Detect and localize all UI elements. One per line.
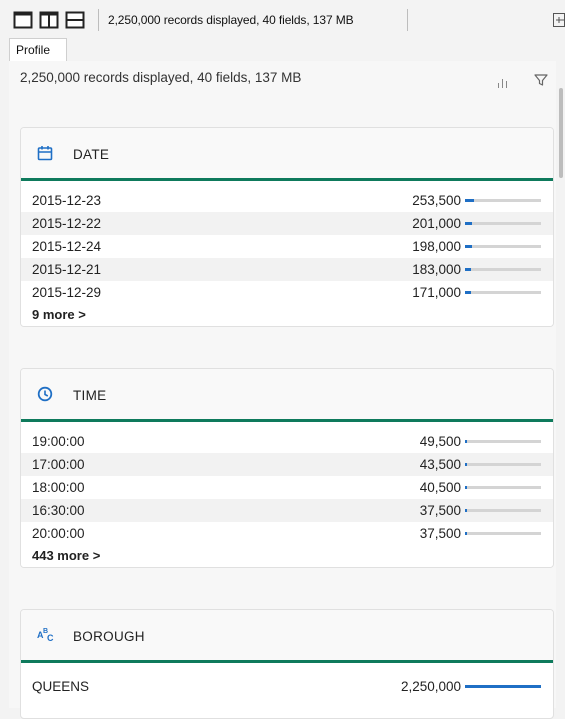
tab-profile-label: Profile bbox=[16, 43, 51, 57]
frequency-bar-fill bbox=[465, 685, 541, 688]
more-values-link[interactable]: 443 more > bbox=[21, 545, 553, 567]
split-vertical-layout-icon[interactable] bbox=[39, 10, 59, 30]
value-label: 16:30:00 bbox=[32, 503, 85, 518]
bar-chart-icon[interactable] bbox=[497, 76, 509, 91]
value-row[interactable]: 17:00:00 43,500 bbox=[21, 453, 553, 476]
value-list: 2015-12-23 253,500 2015-12-22 201,000 2015-1… bbox=[21, 189, 553, 304]
field-title: DATE bbox=[73, 147, 110, 162]
value-count: 37,500 bbox=[419, 526, 461, 541]
frequency-bar bbox=[465, 291, 541, 294]
value-row[interactable]: QUEENS 2,250,000 bbox=[21, 675, 553, 698]
text-type-icon: ABC bbox=[37, 626, 57, 647]
toolbar: 2,250,000 records displayed, 40 fields, … bbox=[0, 0, 565, 40]
frequency-bar-fill bbox=[465, 509, 467, 512]
value-label: 2015-12-23 bbox=[32, 193, 102, 208]
value-label: 18:00:00 bbox=[32, 480, 85, 495]
frequency-bar bbox=[465, 486, 541, 489]
filter-icon[interactable] bbox=[534, 73, 548, 90]
frequency-bar bbox=[465, 463, 541, 466]
frequency-bar-fill bbox=[465, 486, 467, 489]
value-count: 198,000 bbox=[412, 239, 461, 254]
value-label: 2015-12-24 bbox=[32, 239, 102, 254]
field-card-borough: ABC BOROUGH QUEENS 2,250,000 bbox=[20, 609, 554, 719]
value-count: 183,000 bbox=[412, 262, 461, 277]
frequency-bar bbox=[465, 532, 541, 535]
split-horizontal-layout-icon[interactable] bbox=[65, 10, 85, 30]
value-row[interactable]: 2015-12-24 198,000 bbox=[21, 235, 553, 258]
value-row[interactable]: 19:00:00 49,500 bbox=[21, 430, 553, 453]
svg-text:C: C bbox=[47, 633, 54, 643]
value-count: 49,500 bbox=[419, 434, 461, 449]
frequency-bar-fill bbox=[465, 222, 472, 225]
frequency-bar bbox=[465, 509, 541, 512]
value-count: 43,500 bbox=[419, 457, 461, 472]
toolbar-divider bbox=[407, 9, 408, 31]
value-row[interactable]: 2015-12-21 183,000 bbox=[21, 258, 553, 281]
field-card-header[interactable]: ABC BOROUGH bbox=[21, 610, 553, 663]
value-count: 2,250,000 bbox=[400, 679, 461, 694]
value-label: 19:00:00 bbox=[32, 434, 85, 449]
field-card-time: TIME 19:00:00 49,500 17:00:00 43,500 18:00:0… bbox=[20, 368, 554, 568]
value-count: 37,500 bbox=[419, 503, 461, 518]
value-row[interactable]: 16:30:00 37,500 bbox=[21, 499, 553, 522]
more-values-link[interactable]: 9 more > bbox=[21, 304, 553, 326]
value-count: 253,500 bbox=[412, 193, 461, 208]
value-row[interactable]: 2015-12-23 253,500 bbox=[21, 189, 553, 212]
value-row[interactable]: 20:00:00 37,500 bbox=[21, 522, 553, 545]
toolbar-divider bbox=[98, 9, 99, 31]
value-row[interactable]: 18:00:00 40,500 bbox=[21, 476, 553, 499]
value-label: 2015-12-21 bbox=[32, 262, 102, 277]
frequency-bar-fill bbox=[465, 199, 474, 202]
value-list: QUEENS 2,250,000 bbox=[21, 675, 553, 698]
frequency-bar bbox=[465, 440, 541, 443]
field-card-header[interactable]: TIME bbox=[21, 369, 553, 422]
field-card-header[interactable]: DATE bbox=[21, 128, 553, 181]
frequency-bar bbox=[465, 245, 541, 248]
field-card-date: DATE 2015-12-23 253,500 2015-12-22 201,000 2… bbox=[20, 127, 554, 327]
field-title: TIME bbox=[73, 388, 107, 403]
value-label: 20:00:00 bbox=[32, 526, 85, 541]
frequency-bar bbox=[465, 199, 541, 202]
value-row[interactable]: 2015-12-22 201,000 bbox=[21, 212, 553, 235]
calendar-icon bbox=[37, 145, 53, 164]
value-label: QUEENS bbox=[32, 679, 90, 694]
frequency-bar bbox=[465, 222, 541, 225]
toolbar-status-text: 2,250,000 records displayed, 40 fields, … bbox=[108, 13, 354, 27]
frequency-bar-fill bbox=[465, 291, 471, 294]
value-list: 19:00:00 49,500 17:00:00 43,500 18:00:00 40,5… bbox=[21, 430, 553, 545]
value-label: 2015-12-22 bbox=[32, 216, 102, 231]
value-count: 171,000 bbox=[412, 285, 461, 300]
scrollbar-thumb[interactable] bbox=[559, 88, 563, 178]
records-summary: 2,250,000 records displayed, 40 fields, … bbox=[20, 70, 302, 85]
value-label: 17:00:00 bbox=[32, 457, 85, 472]
frequency-bar-fill bbox=[465, 532, 467, 535]
frequency-bar-fill bbox=[465, 268, 471, 271]
single-pane-layout-icon[interactable] bbox=[13, 10, 33, 30]
tab-profile[interactable]: Profile bbox=[9, 38, 67, 62]
frequency-bar bbox=[465, 268, 541, 271]
frequency-bar bbox=[465, 685, 541, 688]
value-label: 2015-12-29 bbox=[32, 285, 102, 300]
frequency-bar-fill bbox=[465, 245, 472, 248]
value-row[interactable]: 2015-12-29 171,000 bbox=[21, 281, 553, 304]
export-icon[interactable] bbox=[553, 13, 565, 30]
frequency-bar-fill bbox=[465, 440, 467, 443]
frequency-bar-fill bbox=[465, 463, 467, 466]
value-count: 201,000 bbox=[412, 216, 461, 231]
value-count: 40,500 bbox=[419, 480, 461, 495]
field-title: BOROUGH bbox=[73, 629, 145, 644]
clock-icon bbox=[37, 386, 53, 405]
